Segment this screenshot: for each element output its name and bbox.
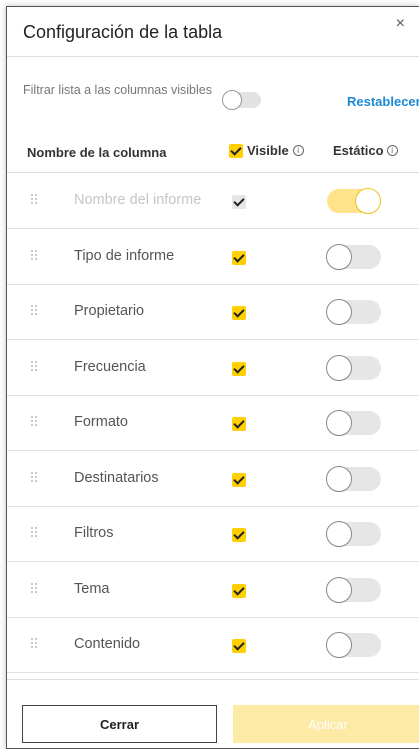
drag-handle-icon[interactable] — [31, 582, 37, 595]
static-toggle[interactable] — [326, 521, 381, 547]
table-row: Nombre del informe — [7, 174, 419, 229]
visible-header-label: Visible — [247, 143, 289, 158]
drag-handle-icon[interactable] — [31, 305, 37, 317]
table-row: Tipo de informe — [7, 230, 419, 285]
toggle-knob — [326, 465, 352, 492]
column-name-label: Tema — [74, 580, 110, 597]
visible-checkbox[interactable] — [232, 583, 246, 598]
toggle-knob — [326, 576, 352, 603]
static-toggle[interactable] — [326, 243, 381, 270]
visible-header: Visible i — [229, 143, 304, 158]
column-name-label: Nombre del informe — [74, 192, 202, 208]
static-header: Estático i — [333, 143, 398, 158]
drag-handle-icon[interactable] — [31, 360, 37, 373]
drag-handle-icon[interactable] — [31, 194, 37, 206]
info-icon[interactable]: i — [292, 145, 304, 156]
table-row: Tema — [7, 563, 419, 618]
toggle-knob — [326, 354, 352, 381]
reset-link[interactable]: Restablecer — [347, 94, 419, 109]
toggle-knob — [326, 410, 352, 436]
static-toggle[interactable] — [326, 632, 381, 658]
column-name-label: Tipo de informe — [74, 247, 175, 264]
visible-checkbox[interactable] — [232, 528, 246, 542]
static-toggle[interactable] — [326, 354, 381, 381]
static-toggle[interactable] — [326, 576, 381, 603]
drag-handle-icon[interactable] — [31, 471, 37, 484]
filter-visible-label: Filtrar lista a las columnas visibles — [23, 83, 212, 97]
dialog-header: Configuración de la tabla × — [7, 7, 419, 57]
select-all-visible-checkbox[interactable] — [229, 143, 243, 158]
visible-checkbox[interactable] — [232, 417, 246, 431]
dialog-title: Configuración de la tabla — [23, 22, 223, 42]
cerrar-button[interactable]: Cerrar — [22, 705, 217, 743]
visible-checkbox[interactable] — [232, 250, 246, 265]
toggle-knob — [326, 521, 352, 547]
static-toggle[interactable] — [326, 465, 381, 492]
table-row: Formato — [7, 396, 419, 451]
drag-handle-icon[interactable] — [31, 249, 37, 262]
info-icon[interactable]: i — [386, 145, 398, 156]
column-name-header: Nombre de la columna — [27, 145, 167, 160]
drag-handle-icon[interactable] — [31, 527, 37, 539]
drag-handle-icon[interactable] — [31, 416, 37, 428]
close-icon[interactable]: × — [396, 15, 405, 33]
aplicar-button[interactable]: Aplicar — [233, 705, 419, 743]
table-row: Propietario — [7, 285, 419, 340]
column-name-label: Propietario — [74, 303, 145, 319]
filter-visible-toggle[interactable] — [222, 90, 261, 110]
table-row: Destinatarios — [7, 452, 419, 507]
toggle-knob — [222, 90, 242, 110]
table-row: Frecuencia — [7, 341, 419, 396]
visible-checkbox — [232, 195, 246, 209]
visible-checkbox[interactable] — [232, 472, 246, 487]
static-header-label: Estático — [333, 143, 384, 158]
table-settings-dialog: Configuración de la tabla × Filtrar list… — [6, 6, 419, 749]
column-name-label: Destinatarios — [74, 469, 159, 486]
static-toggle[interactable] — [326, 299, 381, 325]
toggle-knob — [326, 243, 352, 270]
static-toggle[interactable] — [327, 188, 381, 214]
toggle-knob — [326, 632, 352, 658]
table-row: Filtros — [7, 507, 419, 562]
dialog-footer: Cerrar Aplicar — [7, 679, 419, 748]
column-name-label: Contenido — [74, 636, 141, 652]
visible-checkbox[interactable] — [232, 306, 246, 320]
static-toggle[interactable] — [326, 410, 381, 436]
column-name-label: Frecuencia — [74, 358, 146, 375]
column-headers: Nombre de la columna Visible i Estático … — [7, 133, 419, 173]
visible-checkbox[interactable] — [232, 639, 246, 653]
column-name-label: Formato — [74, 414, 128, 430]
column-name-label: Filtros — [74, 525, 114, 541]
drag-handle-icon[interactable] — [31, 638, 37, 650]
table-row: Contenido — [7, 618, 419, 673]
visible-checkbox[interactable] — [232, 361, 246, 376]
toggle-knob — [326, 299, 352, 325]
toggle-knob — [355, 188, 381, 214]
